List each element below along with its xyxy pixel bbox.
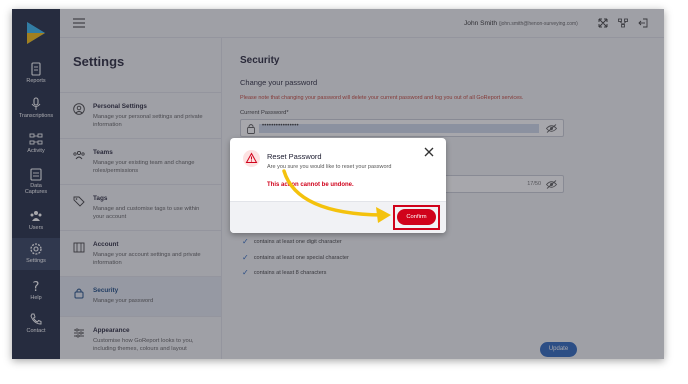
- close-icon[interactable]: [424, 147, 434, 157]
- dialog-warning: This action cannot be undone.: [267, 182, 354, 188]
- dialog-message: Are you sure you would like to reset you…: [267, 164, 392, 170]
- dialog-title: Reset Password: [267, 152, 322, 161]
- app-window: Reports Transcriptions Activity Data Cap…: [12, 9, 664, 359]
- confirm-button[interactable]: Confirm: [397, 209, 436, 225]
- warning-icon: [243, 150, 260, 167]
